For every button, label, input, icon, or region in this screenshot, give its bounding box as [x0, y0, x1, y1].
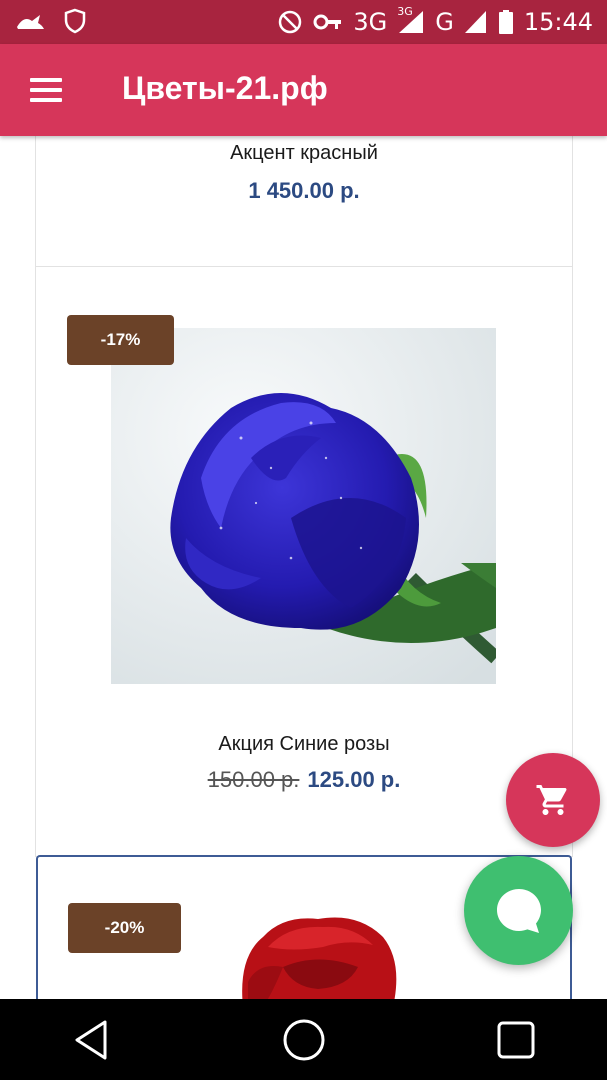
chat-bubble-icon — [496, 888, 541, 933]
vpn-key-icon — [313, 14, 342, 30]
back-button[interactable] — [66, 1015, 116, 1065]
blue-rose-illustration — [111, 328, 496, 684]
status-right-icons: 3G 3G G 15:44 — [277, 5, 593, 36]
shopping-cart-icon — [536, 785, 567, 815]
discount-badge: -17% — [67, 315, 174, 365]
recents-button[interactable] — [491, 1015, 541, 1065]
old-price: 150.00 р. — [207, 767, 300, 792]
product-card[interactable]: Акцент красный 1 450.00 р. — [35, 136, 573, 267]
battery-icon — [498, 10, 513, 34]
signal-strength-icon-2 — [464, 11, 486, 33]
product-image-red-rose[interactable] — [188, 897, 508, 999]
discount-badge: -20% — [68, 903, 181, 953]
product-name[interactable]: Акцент красный — [36, 142, 572, 165]
hamburger-icon-line — [30, 78, 62, 82]
recents-square-icon — [497, 1021, 535, 1059]
status-bar: 3G 3G G 15:44 — [0, 0, 607, 44]
network-type-g: G — [435, 8, 454, 36]
product-price-row: 150.00 р. 125.00 р. — [36, 767, 572, 793]
app-title: Цветы-21.рф — [122, 70, 328, 106]
chat-button[interactable] — [464, 856, 573, 965]
signal-strength-icon-1: 3G — [397, 5, 425, 35]
network-type-3g: 3G — [353, 8, 388, 36]
home-circle-icon — [283, 1019, 325, 1061]
system-navigation-bar — [0, 999, 607, 1080]
notification-app-icon — [17, 15, 44, 29]
clock: 15:44 — [523, 8, 593, 36]
red-rose-illustration — [188, 897, 508, 999]
home-button[interactable] — [279, 1015, 329, 1065]
hamburger-icon-line — [30, 98, 62, 102]
hamburger-icon-line — [30, 88, 62, 92]
product-price: 1 450.00 р. — [248, 178, 360, 203]
app-bar: Цветы-21.рф — [0, 44, 607, 136]
product-price: 125.00 р. — [307, 767, 401, 792]
cart-button[interactable] — [506, 753, 600, 847]
product-name[interactable]: Акция Синие розы — [36, 733, 572, 756]
shield-icon — [64, 8, 86, 34]
menu-button[interactable] — [22, 70, 70, 110]
product-card[interactable]: -17% Акция Синие розы 150.00 р. 125.00 р… — [35, 267, 573, 857]
back-triangle-icon — [75, 1020, 107, 1060]
product-image-blue-rose[interactable] — [111, 328, 496, 684]
do-not-disturb-icon — [279, 10, 302, 34]
status-left-icons — [14, 8, 86, 34]
